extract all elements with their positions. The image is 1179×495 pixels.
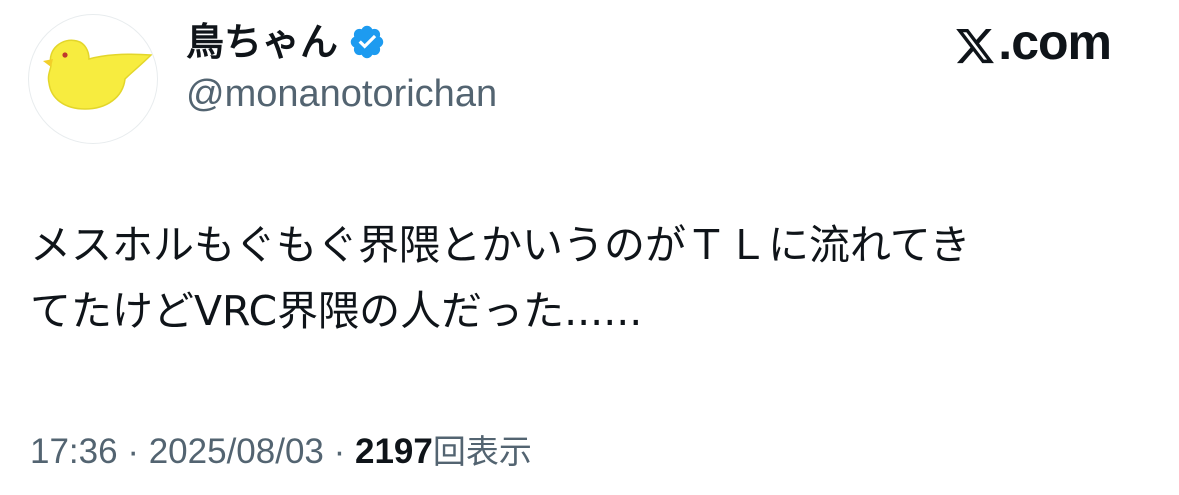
author-handle[interactable]: @monanotorichan [186, 70, 497, 118]
tweet-meta: 17:36 · 2025/08/03 · 2197回表示 [30, 428, 532, 476]
author-name-row: 鳥ちゃん [186, 14, 386, 70]
x-com-logo: .com [954, 14, 1112, 70]
x-logo-icon [954, 21, 996, 64]
tweet-time[interactable]: 17:36 [30, 432, 118, 471]
yellow-bird-icon [43, 39, 153, 110]
author-display-name[interactable]: 鳥ちゃん [186, 23, 338, 61]
tweet-date[interactable]: 2025/08/03 [149, 432, 324, 471]
meta-separator: · [323, 432, 355, 471]
tweet-text: メスホルもぐもぐ界隈とかいうのがＴＬに流れてき てたけどVRC界隈の人だった..… [30, 221, 971, 335]
views-label: 回表示 [432, 432, 532, 471]
avatar[interactable] [28, 14, 158, 144]
views-count: 2197 [354, 432, 433, 471]
x-logo-text: .com [998, 14, 1112, 70]
meta-separator: · [117, 432, 149, 471]
verified-badge-icon [348, 23, 386, 61]
